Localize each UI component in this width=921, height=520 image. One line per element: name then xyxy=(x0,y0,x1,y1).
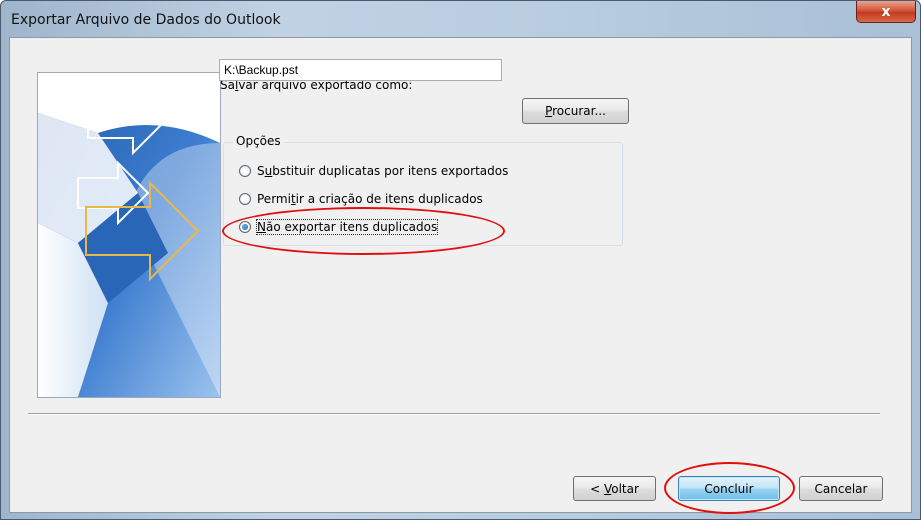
close-icon: x xyxy=(881,3,891,20)
back-button[interactable]: < Voltar xyxy=(573,476,656,501)
radio-replace-duplicates[interactable]: Substituir duplicatas por itens exportad… xyxy=(239,164,508,178)
cancel-button[interactable]: Cancelar xyxy=(799,476,883,501)
radio-allow-duplicates[interactable]: Permitir a criação de itens duplicados xyxy=(239,192,483,206)
wizard-arrow-graphic xyxy=(38,73,220,397)
browse-label: Procurar... xyxy=(545,104,606,118)
wizard-illustration xyxy=(37,72,221,398)
options-group-title: Opções xyxy=(233,134,284,148)
highlight-ellipse-finish xyxy=(664,462,795,514)
dialog-body: Salvar arquivo exportado como: xyxy=(9,37,912,513)
highlight-ellipse-option xyxy=(222,207,505,255)
footer-separator xyxy=(28,413,880,415)
radio-button[interactable] xyxy=(239,193,251,205)
back-label: < Voltar xyxy=(590,481,639,496)
radio-label: Permitir a criação de itens duplicados xyxy=(257,192,483,206)
radio-label: Substituir duplicatas por itens exportad… xyxy=(257,164,509,178)
close-button[interactable]: x xyxy=(856,1,916,23)
title-bar[interactable]: Exportar Arquivo de Dados do Outlook x xyxy=(1,1,920,37)
browse-button[interactable]: Procurar... xyxy=(522,98,629,124)
dialog-window: Exportar Arquivo de Dados do Outlook x S… xyxy=(0,0,921,520)
export-path-input[interactable] xyxy=(219,59,502,81)
cancel-label: Cancelar xyxy=(814,481,868,496)
radio-button[interactable] xyxy=(239,165,251,177)
window-title: Exportar Arquivo de Dados do Outlook xyxy=(11,12,281,28)
